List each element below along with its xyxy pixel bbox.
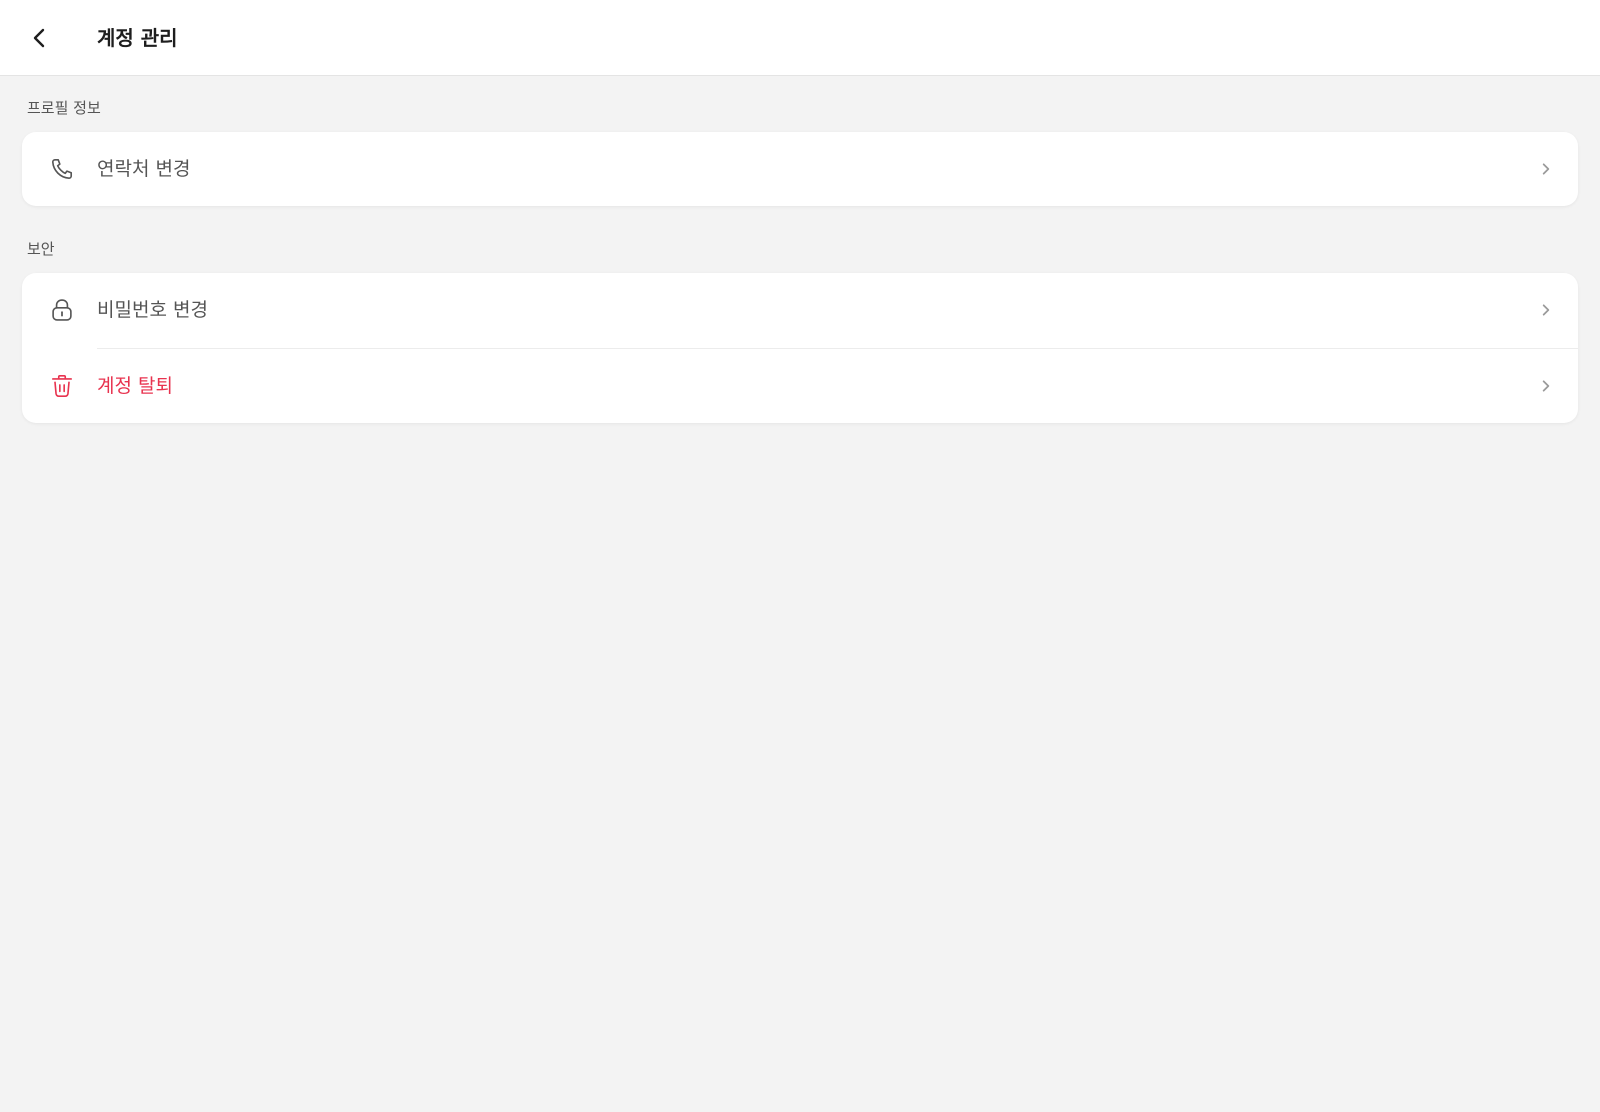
section-label-profile: 프로필 정보 bbox=[27, 99, 101, 117]
trash-icon bbox=[48, 372, 76, 400]
security-card: 비밀번호 변경 계정 탈퇴 bbox=[22, 273, 1578, 423]
chevron-right-icon bbox=[1536, 159, 1556, 179]
contact-change-label: 연락처 변경 bbox=[97, 158, 191, 180]
delete-account-item[interactable]: 계정 탈퇴 bbox=[22, 348, 1578, 423]
contact-change-item[interactable]: 연락처 변경 bbox=[22, 132, 1578, 206]
chevron-right-icon bbox=[1536, 376, 1556, 396]
profile-card: 연락처 변경 bbox=[22, 132, 1578, 206]
chevron-left-icon bbox=[33, 28, 45, 48]
lock-icon bbox=[48, 296, 76, 324]
back-button[interactable] bbox=[20, 18, 60, 58]
password-change-label: 비밀번호 변경 bbox=[97, 299, 208, 321]
app-header: 계정 관리 bbox=[0, 0, 1600, 76]
delete-account-label: 계정 탈퇴 bbox=[97, 375, 173, 397]
section-label-security: 보안 bbox=[27, 240, 55, 258]
page-title: 계정 관리 bbox=[97, 26, 178, 50]
phone-icon bbox=[48, 155, 76, 183]
chevron-right-icon bbox=[1536, 300, 1556, 320]
row-divider bbox=[97, 348, 1578, 349]
password-change-item[interactable]: 비밀번호 변경 bbox=[22, 273, 1578, 348]
